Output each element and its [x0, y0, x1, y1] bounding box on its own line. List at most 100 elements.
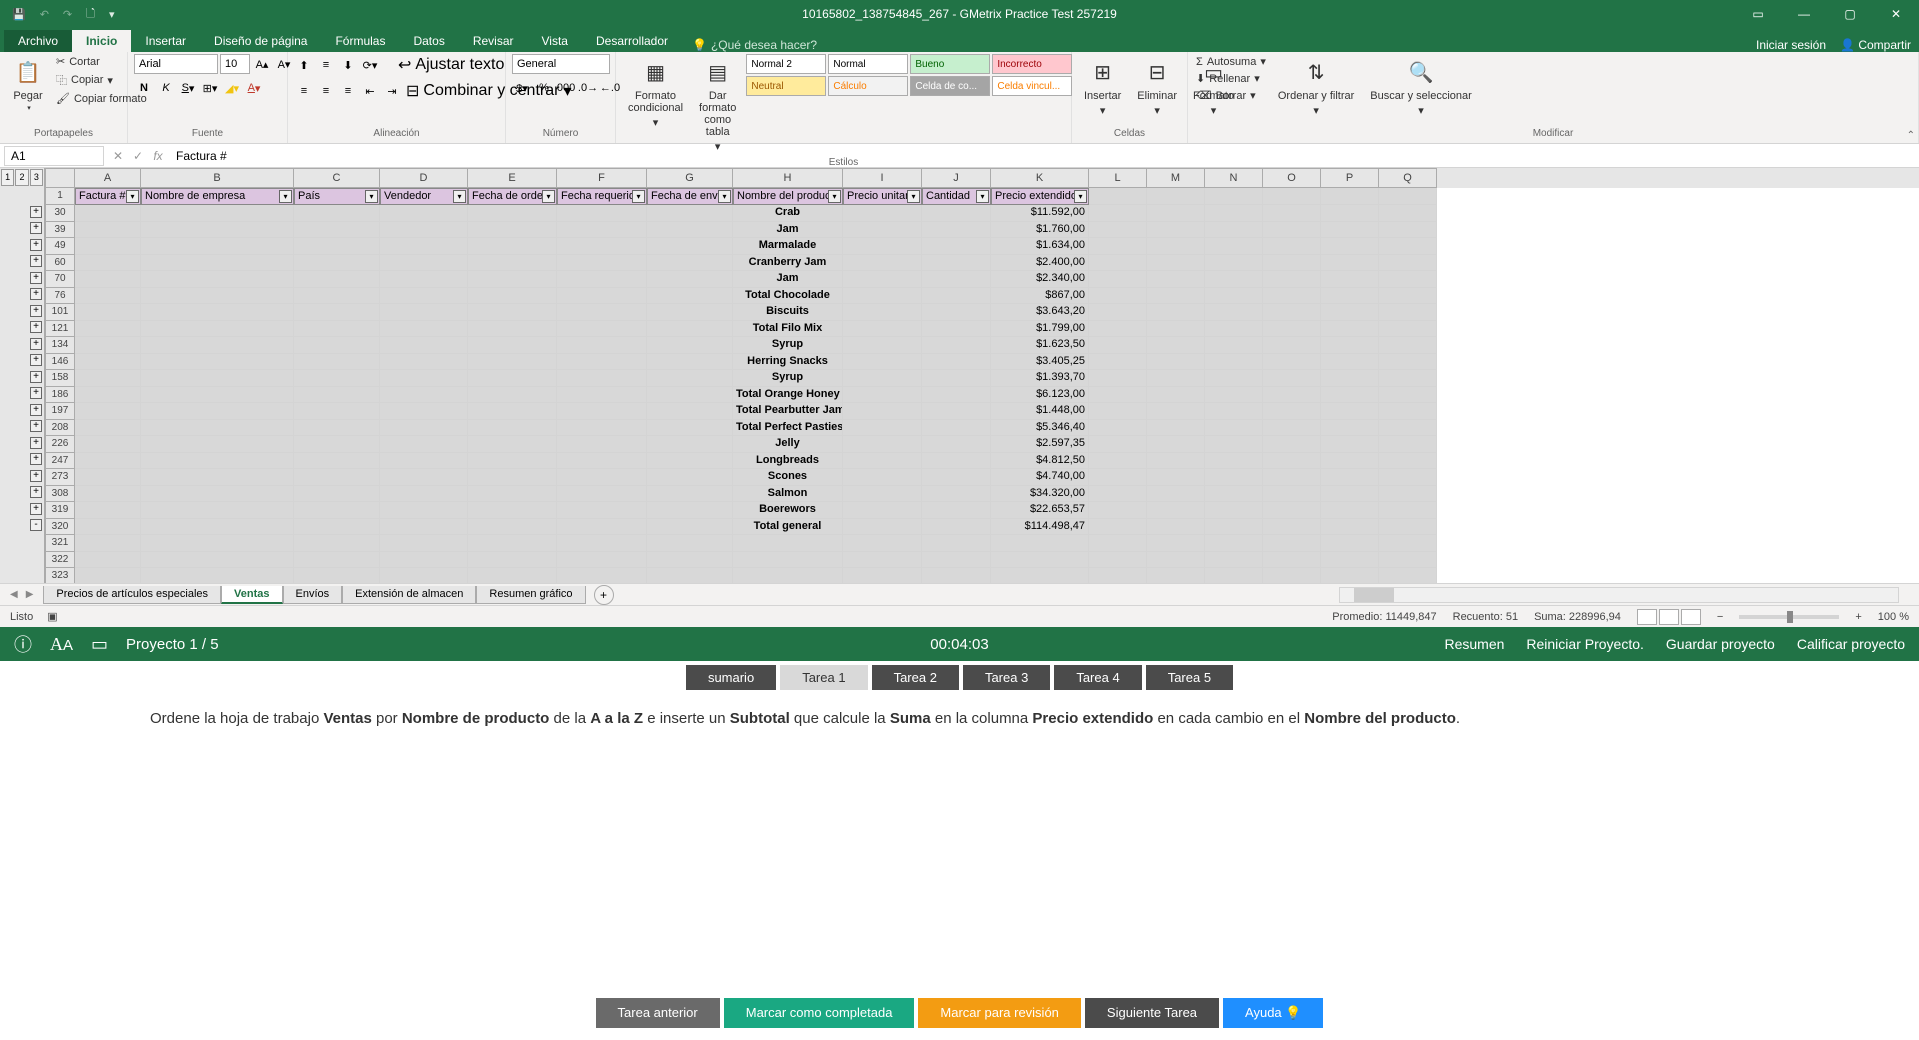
- cell[interactable]: [1263, 271, 1321, 288]
- row-header[interactable]: 1: [45, 188, 75, 205]
- cell[interactable]: [647, 403, 733, 420]
- sheet-tab[interactable]: Resumen gráfico: [476, 586, 585, 604]
- cell[interactable]: [843, 222, 922, 239]
- fill-color-button[interactable]: ◢▾: [222, 78, 242, 98]
- cell[interactable]: Marmalade: [733, 238, 843, 255]
- cell[interactable]: [922, 436, 991, 453]
- cell[interactable]: Herring Snacks: [733, 354, 843, 371]
- cell[interactable]: [141, 502, 294, 519]
- cell[interactable]: [1205, 420, 1263, 437]
- filter-dropdown-icon[interactable]: ▾: [632, 190, 645, 203]
- row-header[interactable]: 226: [45, 436, 75, 453]
- cell[interactable]: [75, 271, 141, 288]
- cell[interactable]: [294, 453, 380, 470]
- cell[interactable]: Syrup: [733, 337, 843, 354]
- wrap-text-button[interactable]: ↩ Ajustar texto: [396, 54, 506, 76]
- cell[interactable]: [141, 222, 294, 239]
- cell[interactable]: [468, 238, 557, 255]
- cell[interactable]: [843, 387, 922, 404]
- row-header[interactable]: 320: [45, 519, 75, 536]
- macro-record-icon[interactable]: ▣: [47, 610, 57, 623]
- cell[interactable]: [1321, 469, 1379, 486]
- cell[interactable]: [1379, 387, 1437, 404]
- cell[interactable]: [557, 354, 647, 371]
- outline-expand-button[interactable]: +: [30, 305, 42, 317]
- cell[interactable]: $1.393,70: [991, 370, 1089, 387]
- cell[interactable]: $2.597,35: [991, 436, 1089, 453]
- bottom-action-button[interactable]: Ayuda 💡: [1223, 998, 1323, 1028]
- cell[interactable]: Biscuits: [733, 304, 843, 321]
- cell[interactable]: [1379, 469, 1437, 486]
- cell[interactable]: [647, 469, 733, 486]
- cell[interactable]: [141, 436, 294, 453]
- cell[interactable]: [647, 255, 733, 272]
- row-header[interactable]: 321: [45, 535, 75, 552]
- task-tab[interactable]: Tarea 5: [1146, 665, 1233, 690]
- view-page-layout-icon[interactable]: [1659, 609, 1679, 625]
- cell[interactable]: Total Orange Honey: [733, 387, 843, 404]
- cell[interactable]: Total Perfect Pasties: [733, 420, 843, 437]
- cell[interactable]: [1321, 403, 1379, 420]
- column-header[interactable]: K: [991, 168, 1089, 188]
- outline-expand-button[interactable]: +: [30, 239, 42, 251]
- cell[interactable]: [1321, 535, 1379, 552]
- conditional-format-button[interactable]: ▦Formato condicional▾: [622, 54, 689, 131]
- filter-dropdown-icon[interactable]: ▾: [453, 190, 466, 203]
- cell[interactable]: [1205, 205, 1263, 222]
- cell-style-option[interactable]: Neutral: [746, 76, 826, 96]
- cell[interactable]: [1205, 519, 1263, 536]
- cell[interactable]: [468, 486, 557, 503]
- cell[interactable]: [380, 568, 468, 583]
- row-header[interactable]: 247: [45, 453, 75, 470]
- tab-insertar[interactable]: Insertar: [131, 30, 200, 52]
- cell[interactable]: [1379, 568, 1437, 583]
- cell[interactable]: [1263, 288, 1321, 305]
- cell[interactable]: [294, 436, 380, 453]
- cell[interactable]: [75, 436, 141, 453]
- column-header[interactable]: N: [1205, 168, 1263, 188]
- row-header[interactable]: 197: [45, 403, 75, 420]
- align-middle-icon[interactable]: ≡: [316, 55, 336, 75]
- outline-level-1[interactable]: 1: [1, 169, 14, 186]
- outline-expand-button[interactable]: +: [30, 420, 42, 432]
- cell[interactable]: [1205, 502, 1263, 519]
- cell[interactable]: [380, 271, 468, 288]
- cell[interactable]: [75, 337, 141, 354]
- cell[interactable]: [380, 255, 468, 272]
- cell[interactable]: [380, 486, 468, 503]
- cell[interactable]: [468, 222, 557, 239]
- bottom-action-button[interactable]: Tarea anterior: [596, 998, 720, 1028]
- cell[interactable]: [1321, 420, 1379, 437]
- cell[interactable]: [1379, 354, 1437, 371]
- cell[interactable]: [1147, 321, 1205, 338]
- cell[interactable]: [1379, 222, 1437, 239]
- view-normal-icon[interactable]: [1637, 609, 1657, 625]
- select-all-corner[interactable]: [45, 168, 75, 188]
- cell[interactable]: [294, 354, 380, 371]
- cell[interactable]: [1205, 222, 1263, 239]
- new-doc-icon[interactable]: 🗋: [86, 5, 95, 24]
- cell[interactable]: [1263, 486, 1321, 503]
- cell[interactable]: [843, 321, 922, 338]
- cell[interactable]: [1263, 222, 1321, 239]
- cell[interactable]: [141, 453, 294, 470]
- cell[interactable]: $867,00: [991, 288, 1089, 305]
- cell[interactable]: [1089, 387, 1147, 404]
- cell-style-option[interactable]: Normal 2: [746, 54, 826, 74]
- filter-dropdown-icon[interactable]: ▾: [828, 190, 841, 203]
- cell[interactable]: [1147, 205, 1205, 222]
- cell[interactable]: [1147, 552, 1205, 569]
- insert-cells-button[interactable]: ⊞Insertar▾: [1078, 54, 1127, 119]
- cell[interactable]: [1147, 403, 1205, 420]
- cell[interactable]: [647, 535, 733, 552]
- cell[interactable]: [468, 387, 557, 404]
- cell[interactable]: [1379, 436, 1437, 453]
- cell[interactable]: [1089, 354, 1147, 371]
- cell[interactable]: [1263, 568, 1321, 583]
- cell[interactable]: [141, 552, 294, 569]
- cell[interactable]: [468, 502, 557, 519]
- cell[interactable]: Scones: [733, 469, 843, 486]
- cell[interactable]: [468, 205, 557, 222]
- increase-font-icon[interactable]: A▴: [252, 54, 272, 74]
- cell[interactable]: [1263, 469, 1321, 486]
